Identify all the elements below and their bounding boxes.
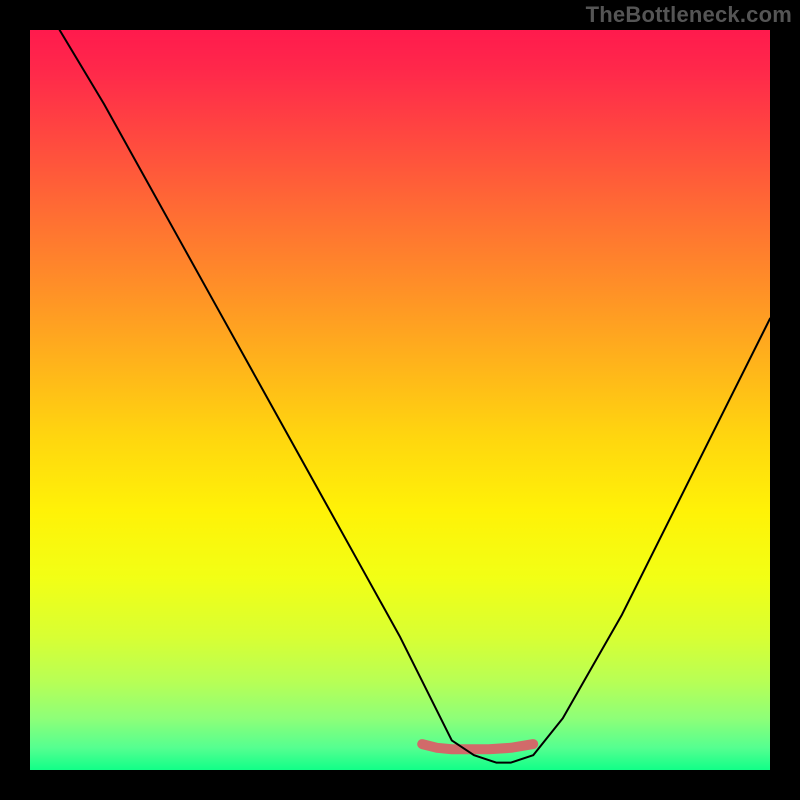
chart-container: TheBottleneck.com xyxy=(0,0,800,800)
plot-svg xyxy=(30,30,770,770)
watermark-text: TheBottleneck.com xyxy=(586,2,792,28)
gradient-background xyxy=(30,30,770,770)
plot-frame xyxy=(30,30,770,770)
flat-region-highlight xyxy=(422,744,533,749)
